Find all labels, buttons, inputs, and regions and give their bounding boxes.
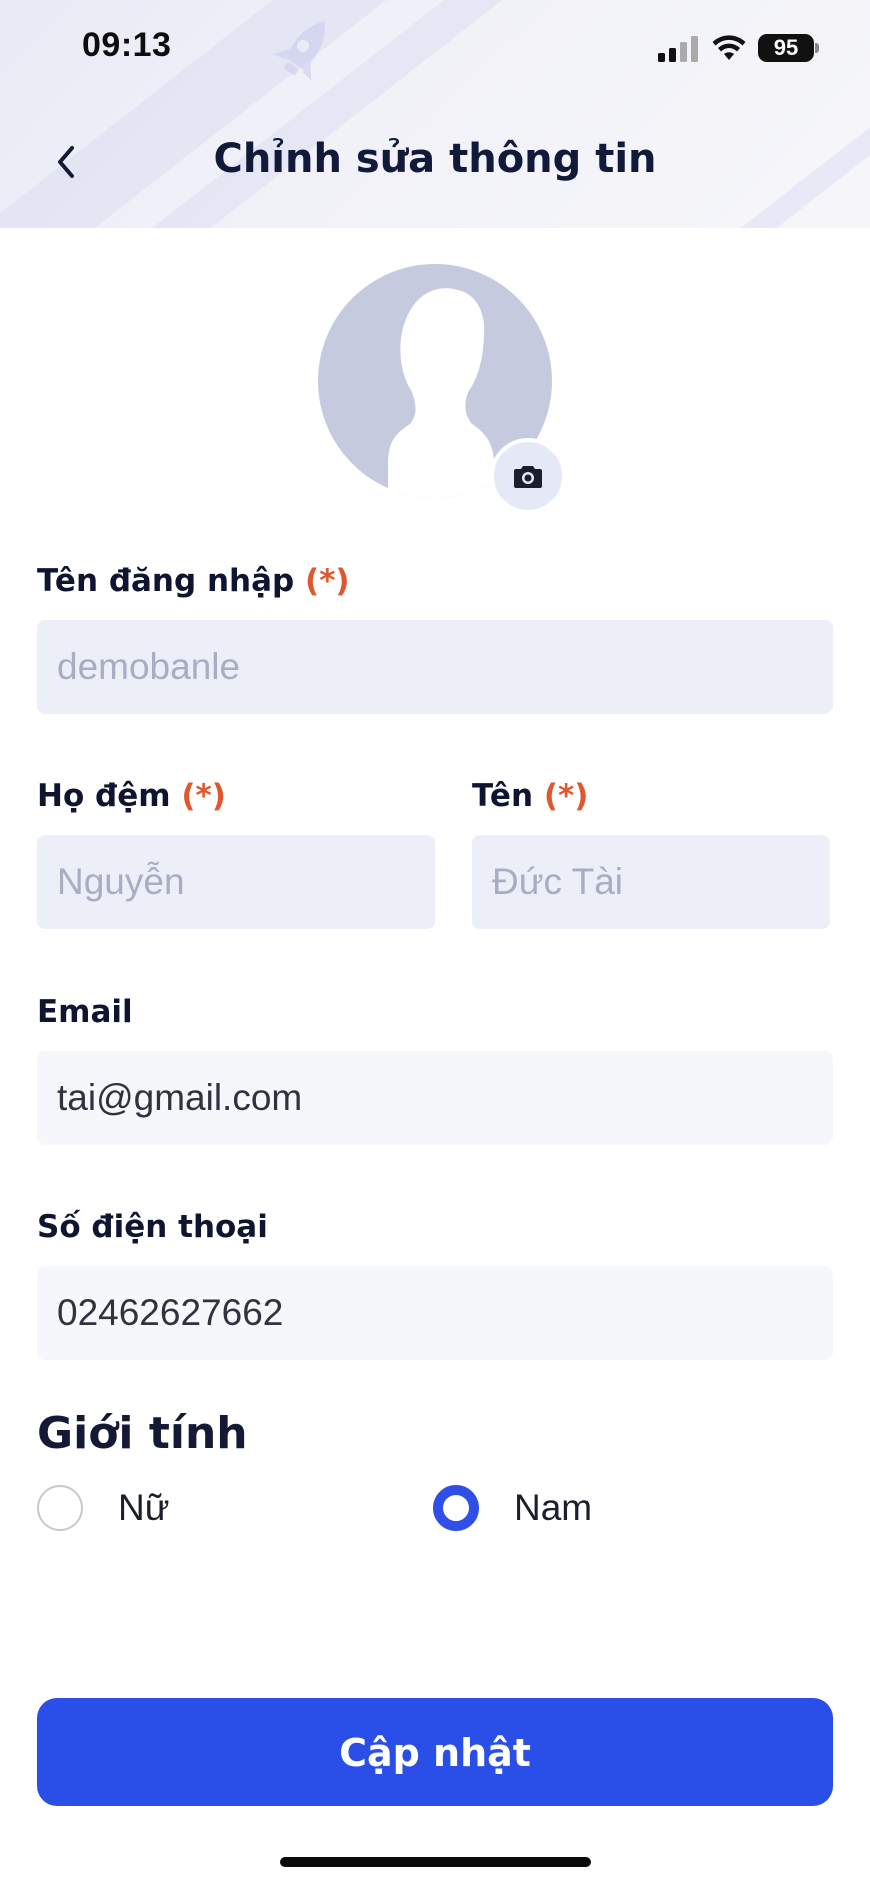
email-label: Email bbox=[37, 994, 133, 1030]
last-name-field[interactable]: Nguyễn bbox=[37, 835, 435, 929]
required-mark: (*) bbox=[543, 778, 589, 814]
required-mark: (*) bbox=[305, 563, 350, 599]
first-name-label: Tên (*) bbox=[472, 778, 588, 814]
username-field[interactable]: demobanle bbox=[37, 620, 833, 714]
home-indicator bbox=[280, 1857, 591, 1867]
status-bar: 09:13 95 bbox=[0, 0, 870, 90]
camera-icon bbox=[514, 466, 542, 488]
battery-indicator: 95 bbox=[758, 34, 814, 62]
username-label: Tên đăng nhập (*) bbox=[37, 563, 350, 599]
gender-radio-male[interactable] bbox=[433, 1485, 479, 1531]
gender-title: Giới tính bbox=[37, 1408, 248, 1459]
gender-label-female[interactable]: Nữ bbox=[118, 1487, 170, 1529]
update-button[interactable]: Cập nhật bbox=[37, 1698, 833, 1806]
last-name-label-text: Họ đệm bbox=[37, 778, 171, 814]
last-name-label: Họ đệm (*) bbox=[37, 778, 226, 814]
change-avatar-button[interactable] bbox=[490, 438, 566, 514]
page-title: Chỉnh sửa thông tin bbox=[213, 136, 657, 182]
username-label-text: Tên đăng nhập bbox=[37, 563, 295, 599]
email-field[interactable]: tai@gmail.com bbox=[37, 1051, 833, 1145]
gender-label-male[interactable]: Nam bbox=[514, 1487, 592, 1529]
phone-field[interactable]: 02462627662 bbox=[37, 1266, 833, 1360]
gender-radio-female[interactable] bbox=[37, 1485, 83, 1531]
cellular-signal-icon bbox=[658, 36, 698, 62]
battery-cap bbox=[815, 43, 819, 53]
header: 09:13 95 Chỉnh sửa thông tin bbox=[0, 0, 870, 228]
first-name-label-text: Tên bbox=[472, 778, 534, 814]
wifi-icon bbox=[712, 35, 746, 60]
status-time: 09:13 bbox=[82, 26, 172, 64]
first-name-field[interactable]: Đức Tài bbox=[472, 835, 830, 929]
required-mark: (*) bbox=[181, 778, 226, 814]
phone-label: Số điện thoại bbox=[37, 1209, 268, 1245]
